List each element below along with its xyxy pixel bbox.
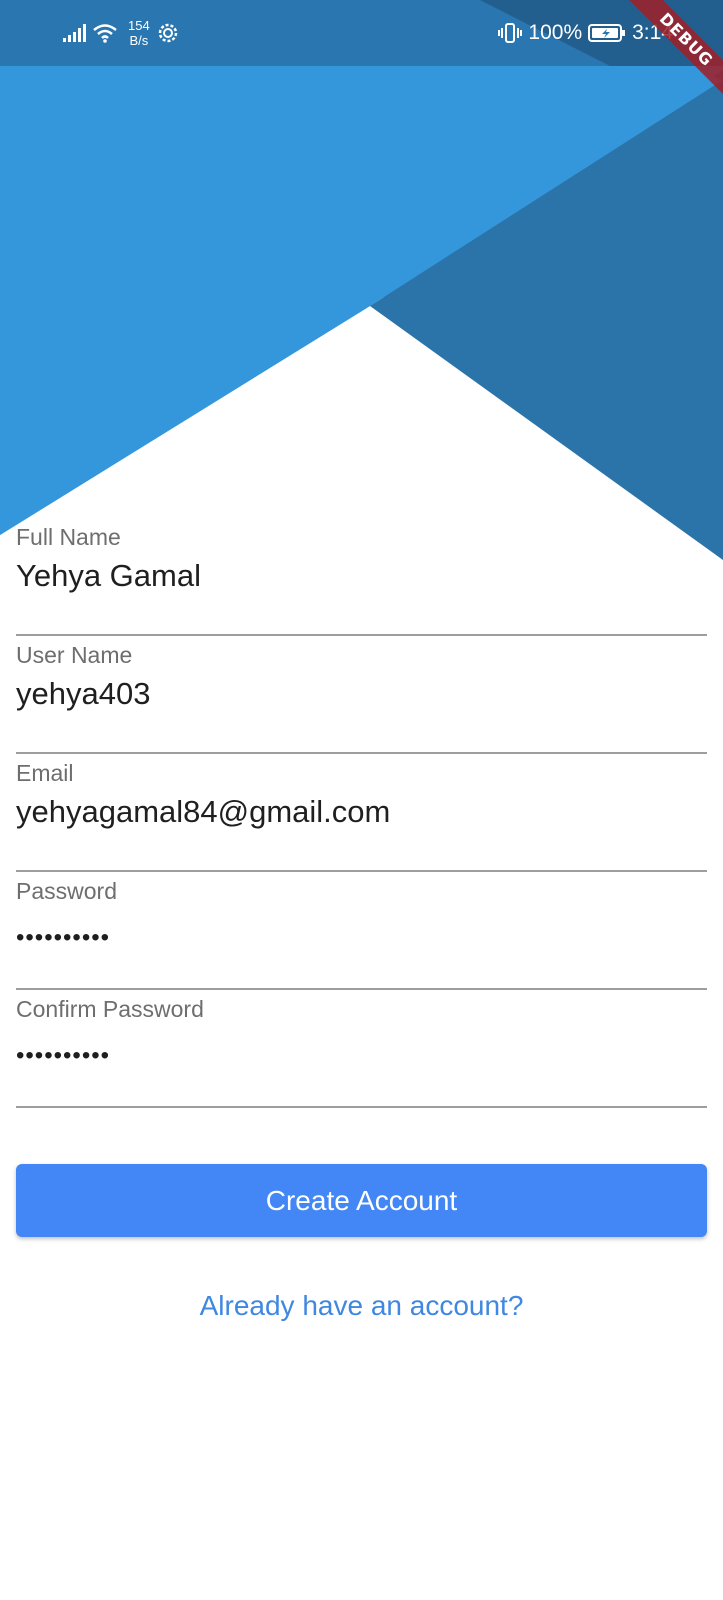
- email-field[interactable]: Email yehyagamal84@gmail.com: [16, 754, 707, 872]
- signal-icon: [62, 23, 86, 43]
- confirm-password-input[interactable]: ••••••••••: [16, 1042, 110, 1070]
- signup-screen: 154 B/s 100% 3:14 DEBUG Full Name Yehya …: [0, 0, 723, 1600]
- battery-percentage: 100%: [528, 21, 583, 44]
- battery-charging-icon: [588, 23, 626, 43]
- already-have-account-link[interactable]: Already have an account?: [0, 1290, 723, 1322]
- confirm-password-field[interactable]: Confirm Password ••••••••••: [16, 990, 707, 1108]
- user-name-label: User Name: [16, 642, 133, 668]
- password-field[interactable]: Password ••••••••••: [16, 872, 707, 990]
- header-background: [0, 0, 723, 560]
- full-name-label: Full Name: [16, 524, 121, 550]
- settings-gear-icon: [156, 21, 180, 45]
- signup-form: Full Name Yehya Gamal User Name yehya403…: [16, 518, 707, 1108]
- create-account-button[interactable]: Create Account: [16, 1164, 707, 1237]
- password-label: Password: [16, 878, 117, 904]
- user-name-field[interactable]: User Name yehya403: [16, 636, 707, 754]
- network-speed-value: 154: [128, 18, 150, 33]
- vibrate-icon: [498, 22, 523, 44]
- status-left: 154 B/s: [62, 0, 180, 66]
- network-speed-unit: B/s: [129, 33, 149, 48]
- password-input[interactable]: ••••••••••: [16, 924, 110, 952]
- confirm-password-label: Confirm Password: [16, 996, 204, 1022]
- full-name-field[interactable]: Full Name Yehya Gamal: [16, 518, 707, 636]
- email-input[interactable]: yehyagamal84@gmail.com: [16, 794, 390, 830]
- network-speed: 154 B/s: [128, 18, 150, 48]
- user-name-input[interactable]: yehya403: [16, 676, 150, 712]
- wifi-icon: [92, 23, 118, 43]
- status-bar: 154 B/s 100% 3:14: [0, 0, 723, 66]
- email-label: Email: [16, 760, 74, 786]
- full-name-input[interactable]: Yehya Gamal: [16, 558, 201, 594]
